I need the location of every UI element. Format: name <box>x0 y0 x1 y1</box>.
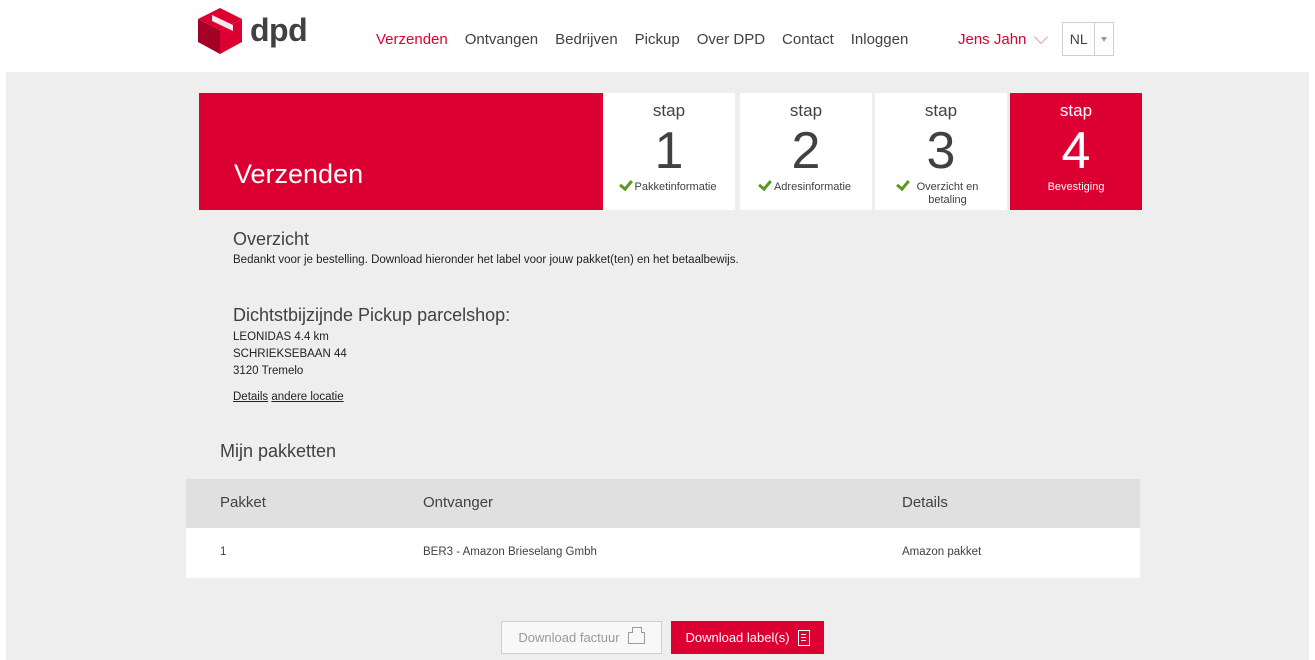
cell-details: Amazon pakket <box>902 546 982 558</box>
step-1: stap 1 Pakketinformatie <box>603 93 735 210</box>
page-title: Verzenden <box>234 159 364 189</box>
user-menu[interactable]: Jens Jahn <box>958 29 1049 50</box>
step-label: Bevestiging <box>1047 181 1105 193</box>
nav-bedrijven[interactable]: Bedrijven <box>555 30 618 50</box>
step-label: Pakketinformatie <box>634 181 717 193</box>
overview-text: Bedankt voor je bestelling. Download hie… <box>233 254 739 266</box>
overview-title: Overzicht <box>233 229 310 249</box>
pickup-city: 3120 Tremelo <box>233 365 304 377</box>
dpd-cube-icon <box>198 8 242 54</box>
column-header-ontvanger: Ontvanger <box>423 494 494 511</box>
dpd-logo[interactable]: dpd <box>198 8 318 56</box>
step-label-row: Overzicht en betaling <box>875 176 1007 207</box>
column-header-details: Details <box>902 494 948 511</box>
step-2: stap 2 Adresinformatie <box>740 93 872 210</box>
nav-verzenden[interactable]: Verzenden <box>376 30 448 50</box>
step-label: Adresinformatie <box>773 181 852 193</box>
packages-title: Mijn pakketten <box>220 441 337 461</box>
download-invoice-button[interactable]: Download factuur <box>501 621 662 654</box>
hero-banner: Verzenden <box>199 93 603 210</box>
table-row: 1 BER3 - Amazon Brieselang Gmbh Amazon p… <box>186 528 1140 578</box>
language-dropdown-toggle[interactable] <box>1094 23 1113 55</box>
packages-table: Pakket Ontvanger Details 1 BER3 - Amazon… <box>186 479 1140 578</box>
step-label-row: Bevestiging <box>1010 181 1142 194</box>
pickup-links: Details andere locatie <box>233 389 344 405</box>
step-word: stap <box>1059 101 1093 120</box>
step-number: 1 <box>654 122 684 180</box>
details-link[interactable]: Details <box>233 391 268 403</box>
chevron-down-icon <box>1034 29 1049 45</box>
other-location-link[interactable]: andere locatie <box>271 391 343 403</box>
printer-icon <box>627 626 645 644</box>
main-nav: Verzenden Ontvangen Bedrijven Pickup Ove… <box>376 30 925 50</box>
step-label-row: Adresinformatie <box>740 176 872 194</box>
step-4: stap 4 Bevestiging <box>1010 93 1142 210</box>
nav-pickup[interactable]: Pickup <box>635 30 680 50</box>
step-word: stap <box>789 101 823 120</box>
language-value: NL <box>1069 31 1088 47</box>
step-number: 3 <box>926 122 956 180</box>
pickup-title: Dichtstbijzijnde Pickup parcelshop: <box>233 305 511 325</box>
pickup-street: SCHRIEKSEBAAN 44 <box>233 348 347 360</box>
step-number: 2 <box>791 122 821 180</box>
language-select[interactable]: NL <box>1062 22 1114 56</box>
step-3: stap 3 Overzicht en betaling <box>875 93 1007 210</box>
step-number: 4 <box>1061 122 1091 180</box>
cell-pakket: 1 <box>220 546 227 558</box>
step-word: stap <box>924 101 958 120</box>
nav-inloggen[interactable]: Inloggen <box>851 30 909 50</box>
cell-ontvanger: BER3 - Amazon Brieselang Gmbh <box>423 546 597 558</box>
step-label-row: Pakketinformatie <box>603 176 735 194</box>
user-name: Jens Jahn <box>958 31 1027 48</box>
download-labels-label: Download label(s) <box>685 630 790 645</box>
nav-ontvangen[interactable]: Ontvangen <box>465 30 538 50</box>
step-label: Overzicht en betaling <box>916 181 979 206</box>
step-word: stap <box>652 101 686 120</box>
nav-contact[interactable]: Contact <box>782 30 834 50</box>
pickup-name: LEONIDAS 4.4 km <box>233 331 329 343</box>
table-header: Pakket Ontvanger Details <box>186 479 1140 528</box>
column-header-pakket: Pakket <box>220 494 266 511</box>
caret-down-icon <box>1101 36 1108 42</box>
download-invoice-label: Download factuur <box>518 630 620 645</box>
site-header: dpd Verzenden Ontvangen Bedrijven Pickup… <box>0 0 1315 72</box>
download-labels-button[interactable]: Download label(s) <box>671 621 824 654</box>
document-icon <box>797 629 810 646</box>
nav-over-dpd[interactable]: Over DPD <box>697 30 765 50</box>
logo-text: dpd <box>250 12 308 48</box>
